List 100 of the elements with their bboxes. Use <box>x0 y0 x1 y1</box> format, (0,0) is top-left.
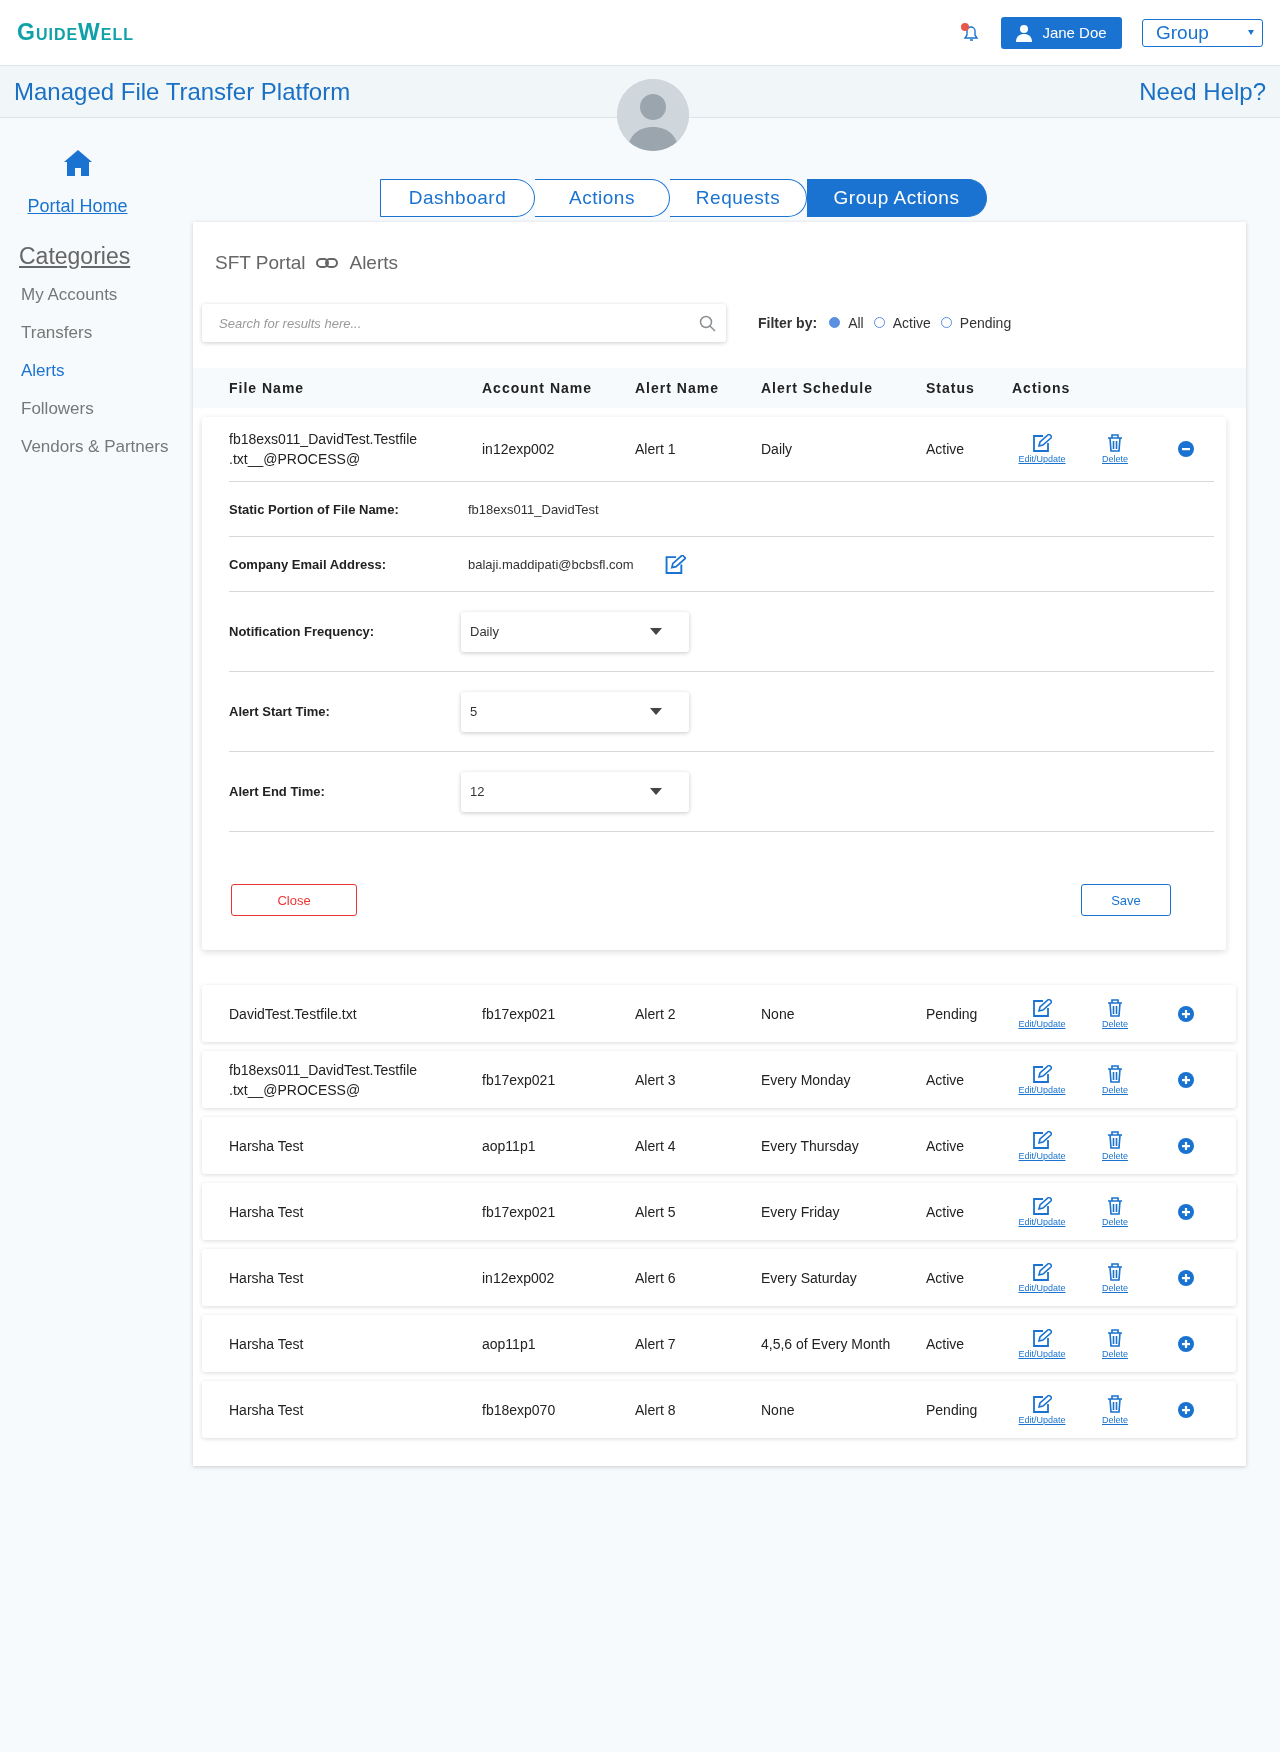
home-icon[interactable] <box>63 150 92 176</box>
alert-name-cell-text: Alert 8 <box>635 1400 677 1420</box>
schedule-cell-text: Every Friday <box>761 1202 841 1222</box>
column-header: Account Name <box>482 380 594 396</box>
edit-icon[interactable] <box>663 554 686 574</box>
dropdown[interactable]: 5 <box>461 691 689 732</box>
schedule-cell-text: 4,5,6 of Every Month <box>761 1334 892 1354</box>
edit-link[interactable]: Edit/Update <box>1012 1196 1072 1227</box>
portal-home-link[interactable]: Portal Home <box>27 196 128 217</box>
caret-icon <box>650 788 662 795</box>
expand-icon[interactable] <box>1178 1071 1194 1088</box>
search-icon[interactable] <box>699 315 716 332</box>
trash-icon <box>1107 1394 1123 1413</box>
expand-icon[interactable] <box>1178 1335 1194 1352</box>
categories-heading: Categories <box>19 243 131 270</box>
search-field[interactable]: Search for results here... <box>202 304 726 342</box>
status-cell-text: Active <box>926 440 966 459</box>
save-button[interactable]: Save <box>1081 884 1171 916</box>
expand-icon[interactable] <box>1178 1005 1194 1022</box>
category-link[interactable]: Alerts <box>21 361 65 381</box>
schedule-cell-text: None <box>761 1400 796 1420</box>
filter-label: Filter by: <box>758 315 818 332</box>
delete-link[interactable]: Delete <box>1098 1130 1132 1161</box>
alert-name-cell-text: Alert 1 <box>635 440 677 459</box>
dropdown[interactable]: 12 <box>461 771 689 812</box>
edit-link[interactable]: Edit/Update <box>1012 434 1072 464</box>
column-header: File Name <box>228 380 306 396</box>
user-icon <box>1016 23 1033 42</box>
trash-icon <box>1107 1196 1123 1215</box>
delete-link[interactable]: Delete <box>1098 1394 1132 1425</box>
schedule-cell-text: Daily <box>761 440 794 459</box>
page-title: Managed File Transfer Platform <box>14 77 351 106</box>
account-name-cell-text: fb18exp070 <box>482 1400 557 1420</box>
category-link[interactable]: My Accounts <box>21 285 118 305</box>
account-name-cell-text: in12exp002 <box>482 1268 556 1288</box>
edit-icon <box>1032 1064 1052 1083</box>
field-label: Alert Start Time: <box>229 704 331 719</box>
file-name-cell-text: Harsha Test <box>228 1268 305 1288</box>
expand-icon[interactable] <box>1178 1401 1194 1418</box>
edit-link[interactable]: Edit/Update <box>1012 1262 1072 1293</box>
user-button[interactable]: Jane Doe <box>1001 16 1122 49</box>
file-name-cell-text: Harsha Test <box>228 1136 305 1156</box>
edit-icon <box>1032 1196 1052 1215</box>
edit-link[interactable]: Edit/Update <box>1012 1328 1072 1359</box>
schedule-cell-text: Every Thursday <box>761 1136 860 1156</box>
category-link[interactable]: Transfers <box>21 323 93 343</box>
account-name-cell-text: in12exp002 <box>482 440 556 459</box>
schedule-cell-text: Every Saturday <box>761 1268 858 1288</box>
account-name-cell-text: fb17exp021 <box>482 1004 557 1024</box>
file-name-cell-text: Harsha Test <box>228 1400 305 1420</box>
file-name-cell-text: Harsha Test <box>228 1334 305 1354</box>
group-select[interactable]: Group <box>1142 18 1263 47</box>
nav-tab[interactable]: Actions <box>535 179 670 217</box>
status-cell-text: Active <box>926 1268 966 1288</box>
expand-icon[interactable] <box>1178 1269 1194 1286</box>
delete-link[interactable]: Delete <box>1098 1064 1132 1095</box>
dropdown[interactable]: Daily <box>461 611 689 652</box>
alert-name-cell-text: Alert 3 <box>635 1070 677 1090</box>
trash-icon <box>1107 1328 1123 1347</box>
delete-link[interactable]: Delete <box>1098 1262 1132 1293</box>
nav-tab[interactable]: Dashboard <box>380 179 535 217</box>
column-header: Actions <box>1012 380 1072 396</box>
edit-link[interactable]: Edit/Update <box>1012 1394 1072 1425</box>
caret-icon <box>650 708 662 715</box>
field-label: Notification Frequency: <box>229 624 376 639</box>
delete-link[interactable]: Delete <box>1098 434 1132 464</box>
close-button[interactable]: Close <box>231 884 357 916</box>
schedule-cell-text: Every Monday <box>761 1070 852 1090</box>
status-cell-text: Active <box>926 1136 966 1156</box>
field-label: Static Portion of File Name: <box>229 501 400 517</box>
alert-name-cell-text: Alert 4 <box>635 1136 677 1156</box>
logo[interactable]: GuideWell <box>17 19 959 46</box>
edit-icon <box>1032 1328 1052 1347</box>
trash-icon <box>1107 1262 1123 1281</box>
edit-link[interactable]: Edit/Update <box>1012 1064 1072 1095</box>
edit-link[interactable]: Edit/Update <box>1012 998 1072 1029</box>
column-header: Status <box>926 380 976 396</box>
nav-tab[interactable]: Group Actions <box>807 179 987 217</box>
trash-icon <box>1107 1064 1123 1083</box>
category-link[interactable]: Followers <box>21 399 94 419</box>
breadcrumb-current: Alerts <box>349 252 399 274</box>
edit-icon <box>1032 434 1052 452</box>
delete-link[interactable]: Delete <box>1098 1328 1132 1359</box>
collapse-icon[interactable] <box>1178 441 1194 457</box>
expand-icon[interactable] <box>1178 1137 1194 1154</box>
edit-icon <box>1032 1262 1052 1281</box>
category-link[interactable]: Vendors & Partners <box>21 437 169 457</box>
file-name-cell-text: fb18exs011_DavidTest.Testfile .txt__@PROCESS@ <box>228 430 419 469</box>
account-name-cell-text: fb17exp021 <box>482 1070 557 1090</box>
nav-tab[interactable]: Requests <box>670 179 807 217</box>
account-name-cell-text: aop11p1 <box>482 1136 537 1156</box>
delete-link[interactable]: Delete <box>1098 998 1132 1029</box>
help-link[interactable]: Need Help? <box>1139 77 1266 106</box>
delete-link[interactable]: Delete <box>1098 1196 1132 1227</box>
caret-icon <box>650 628 662 635</box>
radio-button[interactable] <box>829 317 841 329</box>
expand-icon[interactable] <box>1178 1203 1194 1220</box>
link-icon <box>316 258 339 268</box>
breadcrumb-link[interactable]: SFT Portal <box>215 252 306 274</box>
edit-link[interactable]: Edit/Update <box>1012 1130 1072 1161</box>
